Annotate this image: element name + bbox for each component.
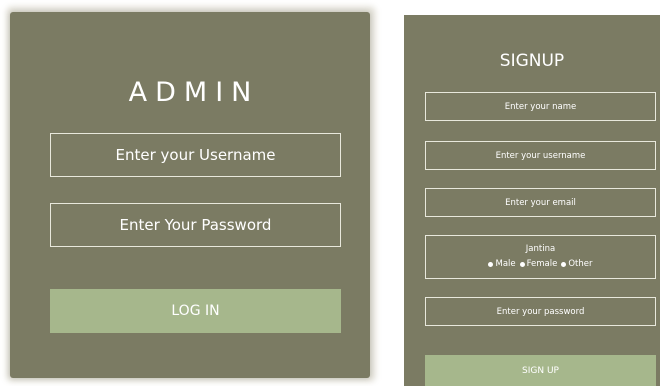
radio-dot-icon	[519, 261, 525, 267]
gender-group: Jantina Male Female Other	[425, 235, 656, 279]
radio-dot-icon	[488, 261, 494, 267]
username-placeholder: Enter your Username	[115, 146, 276, 164]
gender-radio-male[interactable]: Male	[488, 259, 516, 269]
signup-username-placeholder: Enter your username	[495, 150, 586, 161]
gender-radio-other[interactable]: Other	[561, 259, 593, 269]
gender-options: Male Female Other	[426, 259, 655, 269]
signup-password-input[interactable]: Enter your password	[425, 297, 656, 326]
signup-title: SIGNUP	[499, 51, 565, 71]
password-placeholder: Enter Your Password	[119, 216, 272, 234]
login-button[interactable]: LOG IN	[50, 289, 341, 333]
name-input[interactable]: Enter your name	[425, 92, 656, 121]
gender-radio-female[interactable]: Female	[519, 259, 558, 269]
signup-password-placeholder: Enter your password	[496, 306, 585, 317]
gender-option-label: Male	[495, 259, 516, 269]
admin-title: ADMIN	[128, 77, 260, 108]
email-placeholder: Enter your email	[505, 197, 576, 208]
gender-label: Jantina	[525, 244, 556, 254]
password-input[interactable]: Enter Your Password	[50, 203, 341, 247]
signup-button-label: SIGN UP	[522, 365, 559, 376]
signup-button[interactable]: SIGN UP	[425, 355, 656, 386]
gender-option-label: Female	[526, 259, 558, 269]
login-button-label: LOG IN	[171, 303, 220, 319]
gender-option-label: Other	[568, 259, 593, 269]
username-input[interactable]: Enter your Username	[50, 133, 341, 177]
signup-panel: SIGNUP Enter your name Enter your userna…	[404, 15, 660, 386]
email-input[interactable]: Enter your email	[425, 188, 656, 217]
signup-username-input[interactable]: Enter your username	[425, 141, 656, 170]
name-placeholder: Enter your name	[504, 101, 577, 112]
admin-login-panel: ADMIN Enter your Username Enter Your Pas…	[10, 12, 370, 378]
radio-dot-icon	[561, 261, 567, 267]
